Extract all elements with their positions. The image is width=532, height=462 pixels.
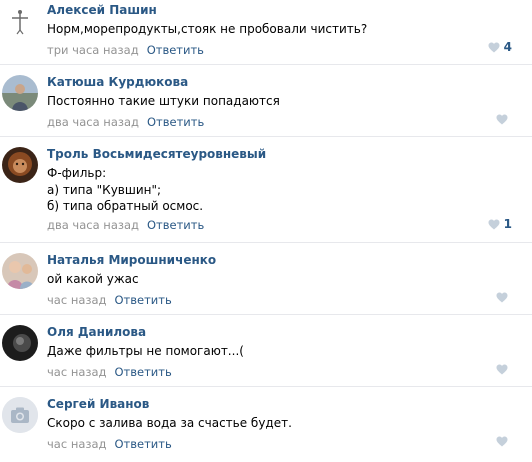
like-button[interactable] bbox=[496, 112, 512, 126]
comment-text: б) типа обратный осмос. bbox=[47, 199, 204, 213]
comment-author[interactable]: Сергей Иванов bbox=[47, 396, 532, 412]
comment-author[interactable]: Алексей Пашин bbox=[47, 2, 532, 18]
comment-author[interactable]: Катюша Курдюкова bbox=[47, 74, 532, 90]
comment-meta: час назад Ответить bbox=[47, 292, 532, 308]
camera-icon bbox=[2, 397, 38, 433]
comment-meta: час назад Ответить bbox=[47, 436, 532, 452]
comment-text: а) типа "Кувшин"; bbox=[47, 182, 162, 197]
comment-time[interactable]: два часа назад bbox=[47, 218, 139, 232]
comment-time[interactable]: час назад bbox=[47, 293, 107, 307]
heart-icon bbox=[488, 219, 500, 229]
comment-item: Сергей Иванов Скоро с залива вода за сча… bbox=[0, 387, 532, 462]
avatar[interactable] bbox=[2, 75, 38, 111]
heart-icon bbox=[496, 292, 508, 302]
comment-text: Норм,морепродукты,стояк не пробовали чис… bbox=[47, 22, 368, 36]
comment-text: Скоро с залива вода за счастье будет. bbox=[47, 416, 292, 430]
profile-photo bbox=[2, 325, 38, 361]
like-button[interactable]: 1 bbox=[488, 217, 512, 231]
comment-author[interactable]: Наталья Мирошниченко bbox=[47, 252, 532, 268]
like-button[interactable] bbox=[496, 362, 512, 376]
comment-meta: три часа назад Ответить bbox=[47, 42, 532, 58]
reply-button[interactable]: Ответить bbox=[115, 437, 172, 451]
reply-button[interactable]: Ответить bbox=[147, 43, 204, 57]
reply-button[interactable]: Ответить bbox=[115, 365, 172, 379]
like-count: 4 bbox=[503, 40, 512, 54]
heart-icon bbox=[488, 42, 500, 52]
profile-photo bbox=[2, 253, 38, 289]
comment-item: Оля Данилова Даже фильтры не помогают...… bbox=[0, 315, 532, 387]
avatar[interactable] bbox=[2, 147, 38, 183]
reply-button[interactable]: Ответить bbox=[147, 218, 204, 232]
comment-meta: час назад Ответить bbox=[47, 364, 532, 380]
comment-text: ой какой ужас bbox=[47, 272, 139, 286]
comment-item: Катюша Курдюкова Постоянно такие штуки п… bbox=[0, 65, 532, 137]
reply-button[interactable]: Ответить bbox=[147, 115, 204, 129]
comment-item: Наталья Мирошниченко ой какой ужас час н… bbox=[0, 243, 532, 315]
comment-item: Троль Восьмидесятеуровневый Ф-фильр: а) … bbox=[0, 137, 532, 243]
avatar[interactable] bbox=[2, 325, 38, 361]
avatar[interactable] bbox=[2, 253, 38, 289]
like-button[interactable]: 4 bbox=[488, 40, 512, 54]
heart-icon bbox=[496, 436, 508, 446]
comment-text: Даже фильтры не помогают...( bbox=[47, 344, 244, 358]
avatar[interactable] bbox=[2, 397, 38, 433]
comments-list: Алексей Пашин Норм,морепродукты,стояк не… bbox=[0, 0, 532, 462]
comment-text: Ф-фильр: bbox=[47, 166, 107, 180]
avatar[interactable] bbox=[2, 2, 38, 38]
comment-author[interactable]: Оля Данилова bbox=[47, 324, 532, 340]
user-figure-icon bbox=[2, 2, 38, 38]
like-button[interactable] bbox=[496, 290, 512, 304]
profile-photo bbox=[2, 75, 38, 111]
comment-time[interactable]: три часа назад bbox=[47, 43, 139, 57]
comment-time[interactable]: час назад bbox=[47, 365, 107, 379]
reply-button[interactable]: Ответить bbox=[115, 293, 172, 307]
comment-meta: два часа назад Ответить bbox=[47, 114, 532, 130]
comment-author[interactable]: Троль Восьмидесятеуровневый bbox=[47, 146, 532, 162]
comment-text: Постоянно такие штуки попадаются bbox=[47, 94, 280, 108]
comment-item: Алексей Пашин Норм,морепродукты,стояк не… bbox=[0, 0, 532, 65]
like-count: 1 bbox=[503, 217, 512, 231]
profile-photo bbox=[2, 147, 38, 183]
comment-meta: два часа назад Ответить bbox=[47, 217, 532, 233]
heart-icon bbox=[496, 114, 508, 124]
comment-time[interactable]: два часа назад bbox=[47, 115, 139, 129]
heart-icon bbox=[496, 364, 508, 374]
like-button[interactable] bbox=[496, 434, 512, 448]
comment-time[interactable]: час назад bbox=[47, 437, 107, 451]
